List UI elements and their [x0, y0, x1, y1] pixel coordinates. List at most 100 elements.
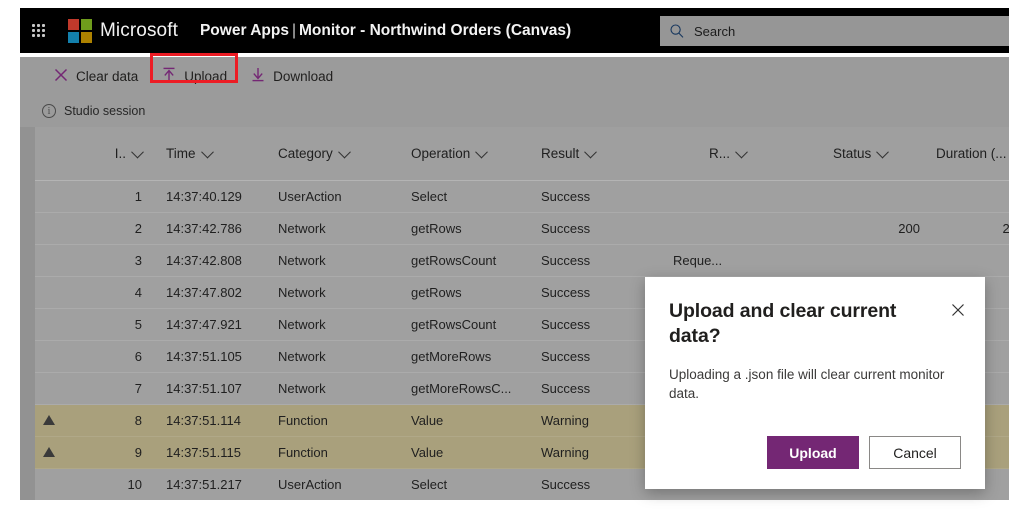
chevron-down-icon — [337, 145, 351, 159]
column-header-status[interactable]: Status — [815, 145, 920, 161]
cell-operation: getRowsCount — [411, 317, 497, 332]
cell-id: 6 — [134, 349, 142, 364]
cell-duration: 2,625 — [1002, 221, 1009, 236]
upload-label: Upload — [184, 68, 228, 84]
close-x-icon — [952, 304, 964, 316]
monitor-app-window: Microsoft Power Apps | Monitor - Northwind… — [0, 0, 1009, 515]
app-launcher-button[interactable] — [20, 8, 56, 53]
cell-time: 14:37:51.217 — [166, 477, 242, 492]
cell-status: 200 — [898, 221, 920, 236]
monitor-title: Monitor - Northwind Orders (Canvas) — [299, 21, 572, 39]
column-header-result[interactable]: Result — [541, 145, 673, 161]
dialog-cancel-button[interactable]: Cancel — [869, 436, 961, 469]
column-header-id[interactable]: I.. — [63, 145, 151, 161]
cell-category: Function — [278, 445, 328, 460]
chevron-down-icon — [584, 145, 598, 159]
column-label-id: I.. — [114, 146, 126, 161]
cell-operation: getRows — [411, 221, 462, 236]
upload-arrow-icon — [162, 67, 176, 85]
column-header-request[interactable]: R... — [673, 145, 815, 161]
cell-category: Network — [278, 253, 326, 268]
microsoft-logo-icon — [68, 18, 92, 43]
cell-result: Success — [541, 189, 591, 204]
cell-id: 9 — [134, 445, 142, 460]
close-x-icon — [54, 68, 68, 85]
cell-operation: Value — [411, 445, 444, 460]
table-row[interactable]: 3 14:37:42.808 Network getRowsCount Success R… — [35, 245, 1009, 277]
cell-id: 2 — [134, 221, 142, 236]
column-header-time[interactable]: Time — [151, 145, 276, 161]
product-name: Power Apps — [199, 21, 289, 39]
column-label-duration: Duration (... — [936, 146, 1007, 161]
chevron-down-icon — [475, 145, 489, 159]
cell-result: Success — [541, 221, 591, 236]
cell-category: UserAction — [278, 477, 342, 492]
search-icon — [660, 23, 694, 39]
cell-id: 1 — [134, 189, 142, 204]
column-label-category: Category — [278, 146, 333, 161]
download-arrow-icon — [251, 67, 265, 85]
table-header-row: I.. Time Category Operation Result R... — [35, 127, 1009, 181]
column-label-status: Status — [833, 146, 872, 161]
cell-operation: Select — [411, 189, 448, 204]
dialog-close-button[interactable] — [945, 297, 971, 323]
dialog-actions: Upload Cancel — [767, 436, 961, 469]
clear-data-button[interactable]: Clear data — [42, 61, 150, 91]
table-row[interactable]: 1 14:37:40.129 UserAction Select Success — [35, 181, 1009, 213]
cell-id: 5 — [134, 317, 142, 332]
cell-operation: getMoreRowsC... — [411, 381, 512, 396]
app-launcher-icon — [31, 24, 45, 37]
microsoft-home-link[interactable]: Microsoft — [68, 18, 178, 43]
cell-result: Success — [541, 253, 591, 268]
command-bar: Clear data Upload Download — [20, 53, 1009, 95]
warning-triangle-icon — [35, 413, 63, 428]
column-header-duration[interactable]: Duration (... — [920, 146, 1009, 161]
column-label-time: Time — [166, 146, 196, 161]
column-header-operation[interactable]: Operation — [411, 145, 541, 161]
dialog-upload-button[interactable]: Upload — [767, 436, 859, 469]
cell-id: 4 — [134, 285, 142, 300]
cell-time: 14:37:51.114 — [166, 413, 241, 428]
cell-id: 10 — [127, 477, 142, 492]
cell-time: 14:37:51.115 — [166, 445, 241, 460]
clear-data-label: Clear data — [76, 68, 139, 84]
cell-id: 8 — [134, 413, 142, 428]
table-row[interactable]: 2 14:37:42.786 Network getRows Success 200 2,6… — [35, 213, 1009, 245]
table-left-gutter — [20, 127, 35, 500]
microsoft-wordmark: Microsoft — [100, 19, 178, 41]
cell-time: 14:37:42.808 — [166, 253, 242, 268]
cell-time: 14:37:40.129 — [166, 189, 242, 204]
session-bar: i Studio session — [20, 95, 1009, 127]
session-label: Studio session — [64, 104, 146, 118]
column-label-result: Result — [541, 146, 580, 161]
chevron-down-icon — [200, 145, 214, 159]
cell-time: 14:37:47.802 — [166, 285, 242, 300]
cell-category: Network — [278, 317, 326, 332]
cell-category: Function — [278, 413, 328, 428]
column-header-category[interactable]: Category — [276, 145, 411, 161]
column-label-operation: Operation — [411, 146, 471, 161]
chevron-down-icon — [876, 145, 890, 159]
upload-confirm-dialog: Upload and clear current data? Uploading… — [645, 277, 985, 489]
cell-operation: Select — [411, 477, 448, 492]
upload-button[interactable]: Upload — [150, 61, 239, 91]
download-label: Download — [273, 68, 334, 84]
chevron-down-icon — [735, 145, 748, 159]
cell-request: Reque... — [673, 253, 723, 268]
search-placeholder: Search — [694, 23, 736, 39]
title-divider: | — [291, 21, 296, 39]
cell-time: 14:37:47.921 — [166, 317, 242, 332]
chevron-down-icon — [131, 145, 144, 159]
cell-id: 7 — [134, 381, 142, 396]
cell-category: Network — [278, 349, 326, 364]
cell-category: UserAction — [278, 189, 342, 204]
cell-operation: getRowsCount — [411, 253, 497, 268]
cell-operation: Value — [411, 413, 444, 428]
download-button[interactable]: Download — [239, 61, 345, 91]
column-label-request: R... — [709, 146, 731, 161]
cell-operation: getMoreRows — [411, 349, 492, 364]
cell-time: 14:37:51.105 — [166, 349, 242, 364]
cell-time: 14:37:42.786 — [166, 221, 242, 236]
page-title: Power Apps | Monitor - Northwind Orders (C… — [200, 22, 571, 40]
search-box[interactable]: Search — [660, 16, 1009, 46]
